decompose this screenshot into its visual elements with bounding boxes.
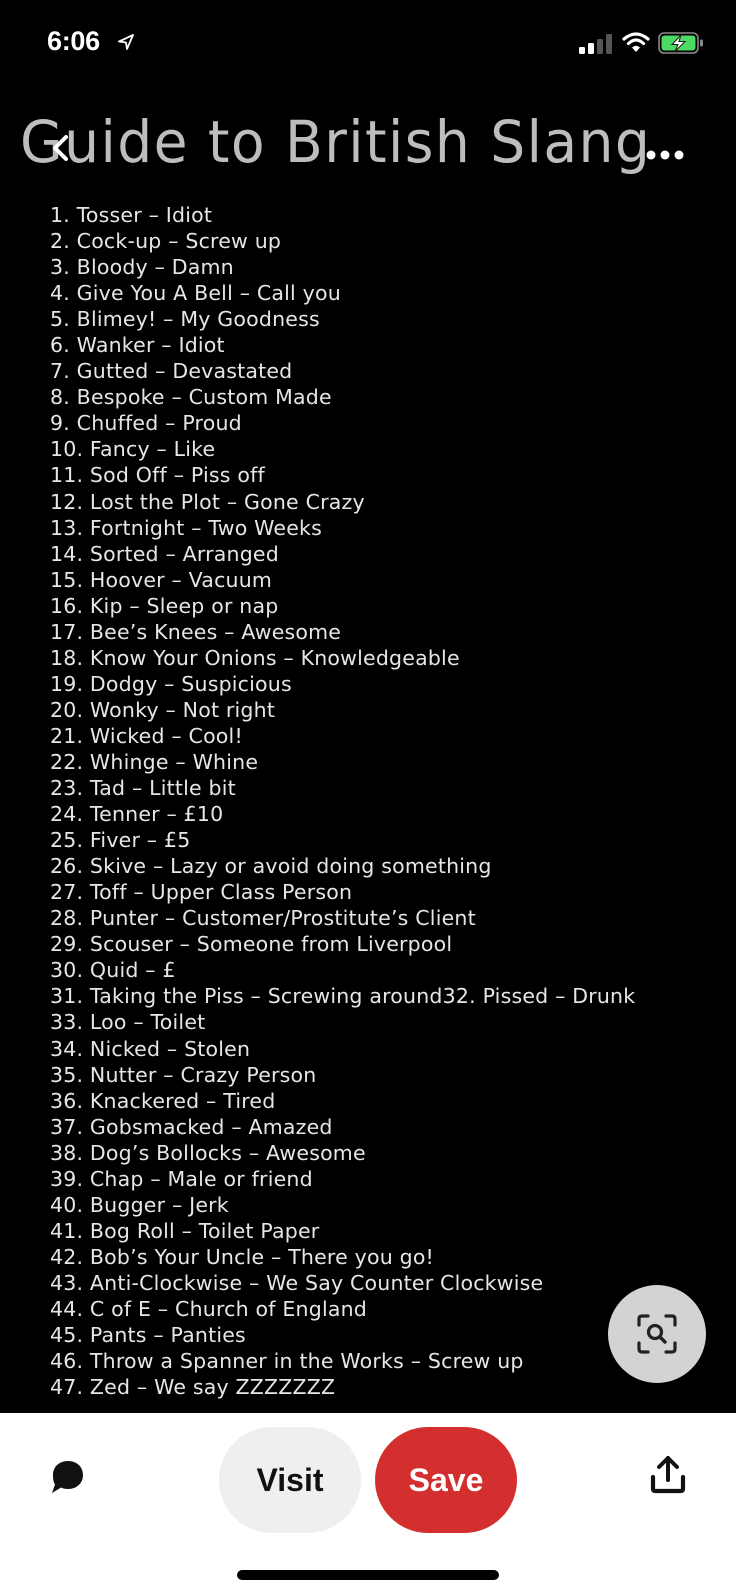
visual-search-button[interactable] bbox=[608, 1285, 706, 1383]
comment-bubble-icon bbox=[52, 1461, 83, 1493]
slang-list-item: 2. Cock-up – Screw up bbox=[50, 229, 282, 254]
slang-list-item: 35. Nutter – Crazy Person bbox=[50, 1062, 317, 1087]
slang-list: 1. Tosser – Idiot 2. Cock-up – Screw up 3.… bbox=[50, 202, 635, 1400]
action-bar: Visit Save bbox=[0, 1413, 736, 1593]
slang-list-item: 27. Toff – Upper Class Person bbox=[50, 880, 353, 905]
slang-list-item: 30. Quid – £ bbox=[50, 958, 176, 983]
slang-list-item: 15. Hoover – Vacuum bbox=[50, 567, 273, 592]
slang-list-item: 17. Bee’s Knees – Awesome bbox=[50, 619, 342, 644]
slang-list-item: 1. Tosser – Idiot bbox=[50, 203, 213, 227]
more-options-button[interactable] bbox=[640, 140, 690, 170]
slang-list-item: 3. Bloody – Damn bbox=[50, 255, 234, 280]
slang-list-item: 25. Fiver – £5 bbox=[50, 828, 191, 853]
slang-list-item: 29. Scouser – Someone from Liverpool bbox=[50, 932, 453, 957]
slang-list-item: 14. Sorted – Arranged bbox=[50, 541, 279, 566]
slang-list-item: 37. Gobsmacked – Amazed bbox=[50, 1114, 333, 1139]
slang-list-item: 36. Knackered – Tired bbox=[50, 1088, 276, 1113]
slang-list-item: 8. Bespoke – Custom Made bbox=[50, 385, 332, 410]
slang-list-item: 39. Chap – Male or friend bbox=[50, 1166, 313, 1191]
slang-list-item: 20. Wonky – Not right bbox=[50, 697, 276, 722]
slang-list-item: 47. Zed – We say ZZZZZZZ bbox=[50, 1375, 336, 1400]
slang-list-item: 5. Blimey! – My Goodness bbox=[50, 307, 320, 332]
slang-list-item: 4. Give You A Bell – Call you bbox=[50, 281, 341, 306]
slang-list-item: 43. Anti-Clockwise – We Say Counter Cloc… bbox=[50, 1270, 544, 1295]
slang-list-item: 6. Wanker – Idiot bbox=[50, 333, 225, 358]
slang-list-item: 22. Whinge – Whine bbox=[50, 749, 259, 774]
status-bar: 6:06 bbox=[0, 0, 736, 88]
slang-list-item: 42. Bob’s Your Uncle – There you go! bbox=[50, 1244, 434, 1269]
slang-list-item: 31. Taking the Piss – Screwing around32.… bbox=[50, 984, 636, 1009]
slang-list-item: 41. Bog Roll – Toilet Paper bbox=[50, 1218, 320, 1243]
slang-list-item: 9. Chuffed – Proud bbox=[50, 411, 242, 436]
visual-search-lens-icon bbox=[637, 1314, 677, 1354]
slang-list-item: 16. Kip – Sleep or nap bbox=[50, 593, 279, 618]
slang-list-item: 28. Punter – Customer/Prostitute’s Clien… bbox=[50, 906, 476, 931]
comment-button[interactable] bbox=[46, 1455, 90, 1499]
slang-list-item: 38. Dog’s Bollocks – Awesome bbox=[50, 1140, 366, 1165]
slang-list-item: 18. Know Your Onions – Knowledgeable bbox=[50, 645, 460, 670]
slang-list-item: 23. Tad – Little bit bbox=[50, 776, 236, 801]
slang-list-item: 10. Fancy – Like bbox=[50, 437, 216, 462]
save-button[interactable]: Save bbox=[375, 1427, 517, 1533]
pin-image[interactable]: Guide to British Slang 1. Tosser – Idiot… bbox=[0, 88, 736, 1413]
location-arrow-icon bbox=[118, 34, 134, 50]
wifi-icon bbox=[622, 32, 650, 52]
battery-charging-icon bbox=[658, 32, 703, 54]
slang-list-item: 7. Gutted – Devastated bbox=[50, 359, 293, 384]
slang-list-item: 45. Pants – Panties bbox=[50, 1323, 246, 1348]
slang-list-item: 13. Fortnight – Two Weeks bbox=[50, 515, 323, 540]
pin-title: Guide to British Slang bbox=[20, 108, 652, 176]
back-button[interactable] bbox=[40, 128, 80, 168]
share-button[interactable] bbox=[648, 1453, 688, 1497]
visit-button[interactable]: Visit bbox=[219, 1427, 361, 1533]
slang-list-item: 40. Bugger – Jerk bbox=[50, 1192, 229, 1217]
slang-list-item: 12. Lost the Plot – Gone Crazy bbox=[50, 489, 365, 514]
ellipsis-icon bbox=[646, 150, 684, 160]
share-upload-icon bbox=[650, 1456, 686, 1494]
slang-list-item: 24. Tenner – £10 bbox=[50, 802, 224, 827]
home-indicator bbox=[237, 1570, 499, 1580]
slang-list-item: 21. Wicked – Cool! bbox=[50, 723, 243, 748]
slang-list-item: 19. Dodgy – Suspicious bbox=[50, 671, 292, 696]
chevron-left-icon bbox=[53, 135, 68, 161]
slang-list-item: 34. Nicked – Stolen bbox=[50, 1036, 251, 1061]
slang-list-item: 11. Sod Off – Piss off bbox=[50, 463, 265, 488]
status-time: 6:06 bbox=[47, 26, 100, 56]
slang-list-item: 26. Skive – Lazy or avoid doing somethin… bbox=[50, 854, 492, 879]
slang-list-item: 33. Loo – Toilet bbox=[50, 1010, 206, 1035]
slang-list-item: 46. Throw a Spanner in the Works – Screw… bbox=[50, 1349, 524, 1374]
signal-strength-icon bbox=[579, 34, 612, 54]
slang-list-item: 44. C of E – Church of England bbox=[50, 1296, 368, 1321]
